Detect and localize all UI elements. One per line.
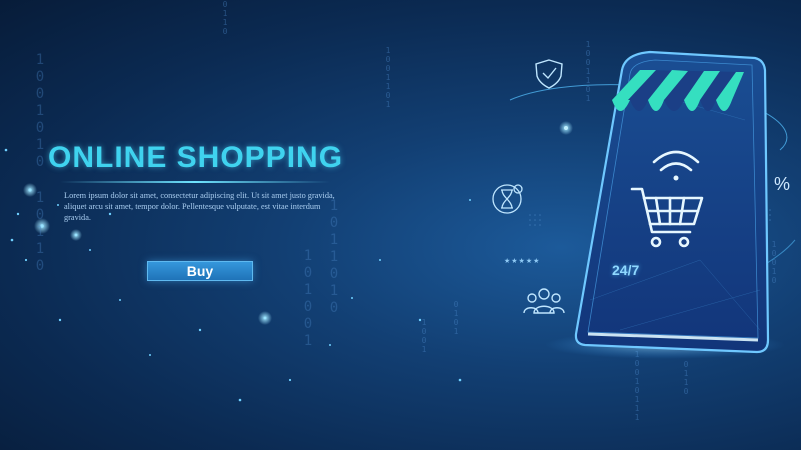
hero-banner: 1001010 10110 1001101 0110 101001 101101… (0, 0, 801, 450)
title-underline (60, 181, 330, 183)
availability-label: 24/7 (612, 262, 640, 278)
buy-button[interactable]: Buy (147, 261, 253, 281)
page-title: ONLINE SHOPPING (48, 141, 344, 174)
percent-icon: % (774, 174, 791, 194)
rating-stars: ★★★★★ (504, 258, 541, 265)
smartphone-illustration (545, 50, 785, 359)
description-text: Lorem ipsum dolor sit amet, consectetur … (64, 191, 335, 222)
